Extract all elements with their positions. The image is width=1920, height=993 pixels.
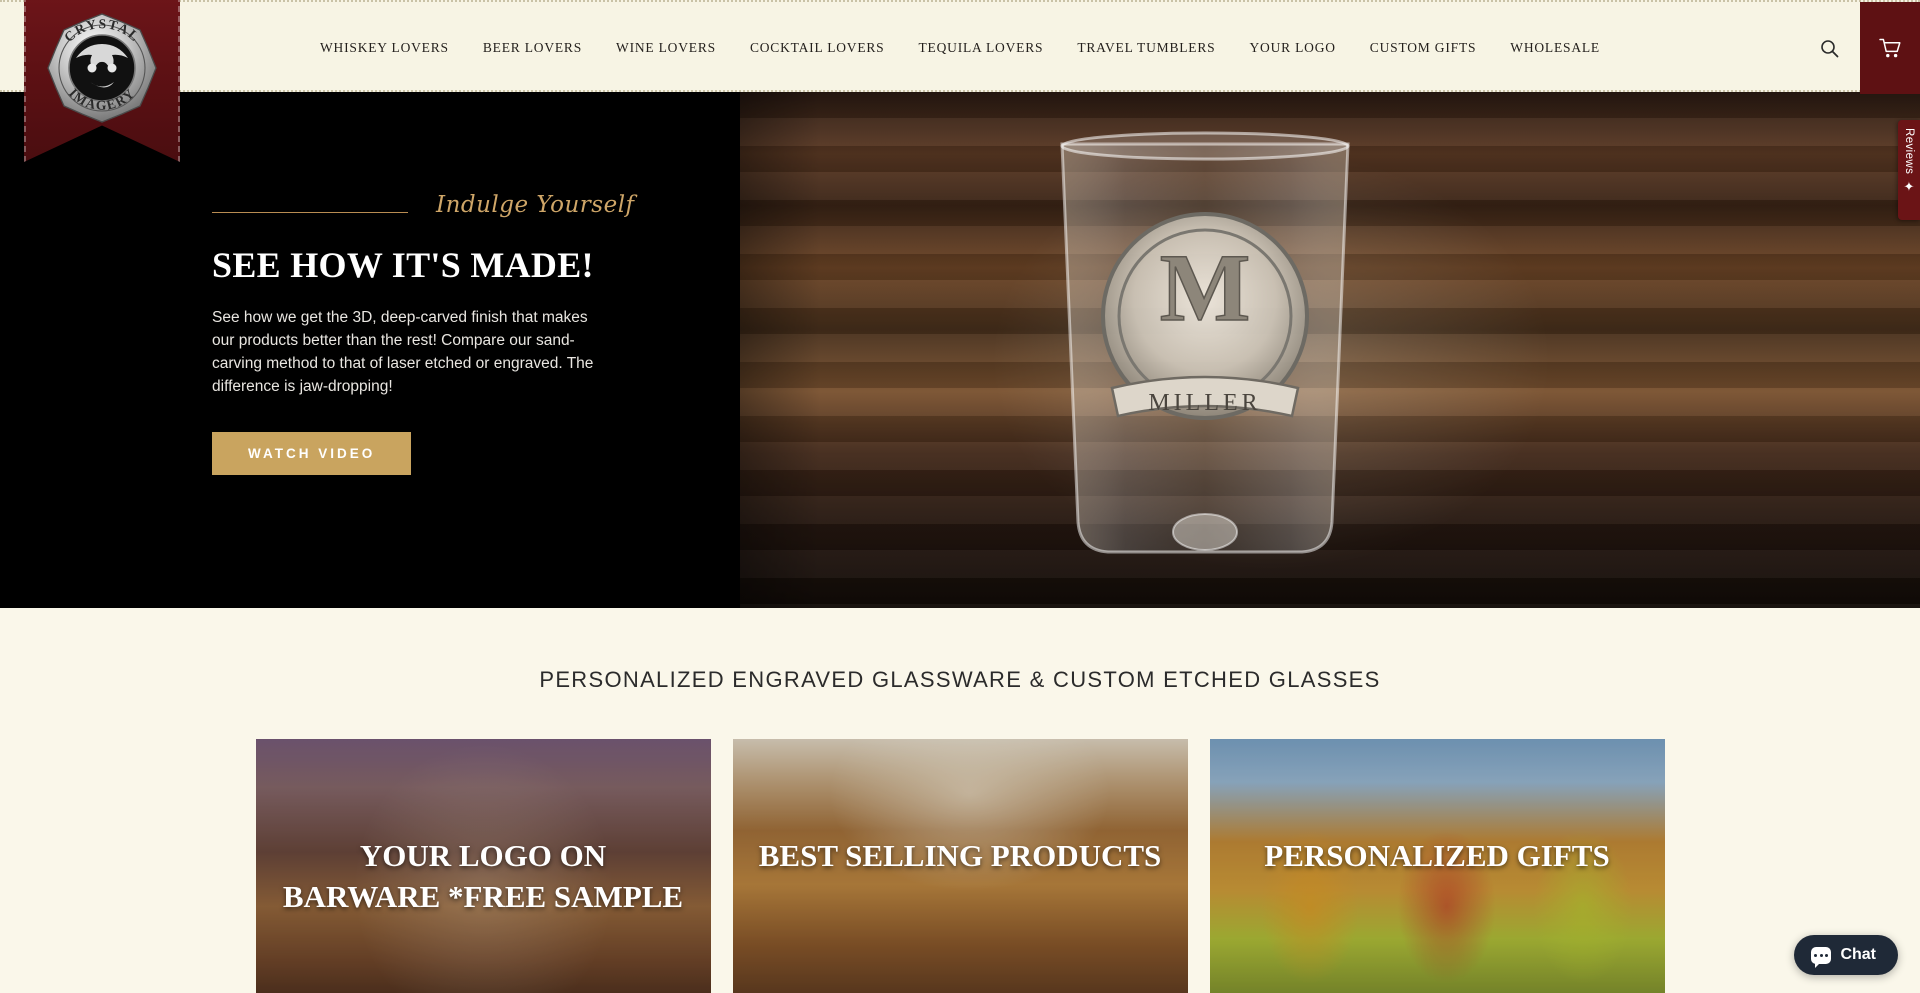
chat-bubble-icon	[1811, 946, 1832, 968]
nav-item-cocktail-lovers[interactable]: COCKTAIL LOVERS	[733, 40, 902, 56]
chat-widget-button[interactable]: Chat	[1794, 935, 1898, 975]
reviews-tab[interactable]: Reviews ✦	[1898, 120, 1920, 220]
hero-section: M MILLER Indulge Yourself SEE HOW IT'S M…	[0, 92, 1920, 608]
hero-eyebrow-row: Indulge Yourself	[212, 192, 852, 218]
category-card-personalized-gifts[interactable]: PERSONALIZED GIFTS	[1209, 739, 1665, 993]
hero-eyebrow-text: Indulge Yourself	[436, 192, 635, 218]
nav-item-custom-gifts[interactable]: CUSTOM GIFTS	[1353, 40, 1494, 56]
nav-item-whiskey-lovers[interactable]: WHISKEY LOVERS	[303, 40, 466, 56]
hero-content: Indulge Yourself SEE HOW IT'S MADE! See …	[212, 192, 852, 475]
nav-item-tequila-lovers[interactable]: TEQUILA LOVERS	[902, 40, 1061, 56]
search-icon	[1820, 39, 1838, 57]
svg-text:MILLER: MILLER	[1148, 390, 1261, 416]
category-card-best-selling[interactable]: BEST SELLING PRODUCTS	[732, 739, 1188, 993]
nav-item-travel-tumblers[interactable]: TRAVEL TUMBLERS	[1060, 40, 1232, 56]
main-navigation: WHISKEY LOVERS BEER LOVERS WINE LOVERS C…	[0, 2, 1920, 94]
reviews-tab-label: Reviews	[1903, 128, 1915, 175]
header-actions	[1798, 2, 1920, 94]
section-title: PERSONALIZED ENGRAVED GLASSWARE & CUSTOM…	[539, 667, 1381, 692]
card-label: PERSONALIZED GIFTS	[1264, 838, 1610, 873]
card-label: BEST SELLING PRODUCTS	[758, 838, 1162, 873]
page-root: M MILLER Indulge Yourself SEE HOW IT'S M…	[0, 0, 1920, 993]
star-icon: ✦	[1903, 179, 1915, 195]
site-header: WHISKEY LOVERS BEER LOVERS WINE LOVERS C…	[0, 0, 1920, 94]
hero-product-glass: M MILLER	[1060, 131, 1350, 554]
nav-item-beer-lovers[interactable]: BEER LOVERS	[466, 40, 599, 56]
cart-icon	[1878, 38, 1901, 57]
nav-item-wine-lovers[interactable]: WINE LOVERS	[599, 40, 733, 56]
crystal-imagery-logo-icon: CRYSTAL IMAGERY	[47, 13, 157, 123]
card-label: YOUR LOGO ON BARWARE *FREE SAMPLE	[282, 838, 684, 914]
svg-text:M: M	[1160, 234, 1251, 341]
hero-paragraph: See how we get the 3D, deep-carved finis…	[212, 309, 594, 395]
hero-divider-line	[212, 211, 408, 213]
chat-widget-label: Chat	[1840, 946, 1876, 963]
hero-title: SEE HOW IT'S MADE!	[212, 245, 594, 285]
category-card-your-logo[interactable]: YOUR LOGO ON BARWARE *FREE SAMPLE	[255, 739, 711, 993]
nav-item-your-logo[interactable]: YOUR LOGO	[1232, 40, 1352, 56]
cart-button[interactable]	[1860, 2, 1920, 94]
watch-video-button[interactable]: WATCH VIDEO	[212, 432, 412, 475]
category-card-grid: YOUR LOGO ON BARWARE *FREE SAMPLE BEST S…	[0, 739, 1920, 993]
search-button[interactable]	[1798, 2, 1860, 94]
products-section: PERSONALIZED ENGRAVED GLASSWARE & CUSTOM…	[0, 608, 1920, 993]
nav-item-wholesale[interactable]: WHOLESALE	[1493, 40, 1617, 56]
